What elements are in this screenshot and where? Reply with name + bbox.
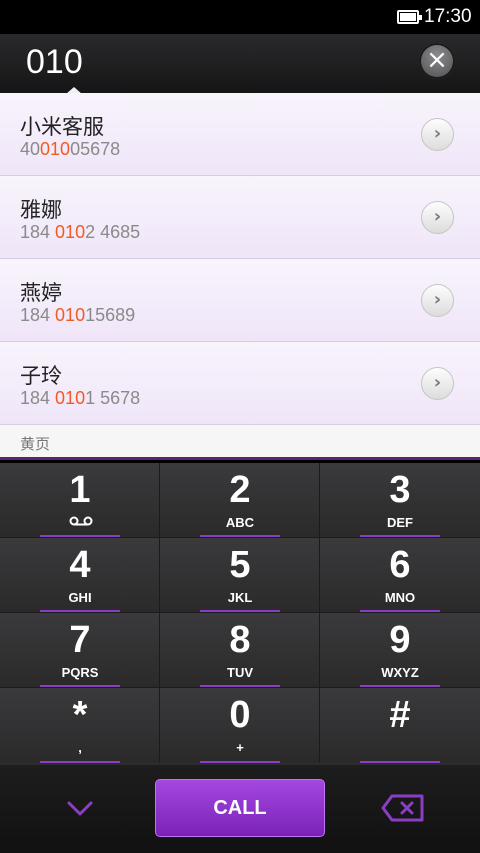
clear-button[interactable]: × (419, 43, 455, 79)
contact-name: 小米客服 (20, 115, 104, 139)
voicemail-icon (69, 516, 93, 526)
chevron-down-icon[interactable] (59, 787, 101, 829)
chevron-right-icon: › (433, 123, 442, 144)
contact-row[interactable]: 燕婷 184 01015689 › (0, 259, 480, 342)
chevron-right-icon: › (433, 372, 442, 393)
contact-row[interactable]: 小米客服 4001005678 › (0, 93, 480, 176)
contact-number: 184 01015689 (20, 305, 136, 325)
key-0[interactable]: 0 + (160, 688, 320, 763)
key-7[interactable]: 7 PQRS (0, 613, 160, 688)
contact-detail-button[interactable]: › (421, 284, 454, 317)
battery-icon (397, 10, 422, 24)
contact-row[interactable]: 子玲 184 0101 5678 › (0, 342, 480, 425)
yellow-pages-label: 黄页 (20, 435, 51, 453)
key-2[interactable]: 2 ABC (160, 463, 320, 538)
contact-number: 184 0102 4685 (20, 222, 141, 242)
yellow-pages-section[interactable]: 黄页 (0, 425, 480, 460)
key-6[interactable]: 6 MNO (320, 538, 480, 613)
bottom-bar: CALL (0, 765, 480, 853)
contact-name: 燕婷 (20, 281, 62, 305)
key-1[interactable]: 1 (0, 463, 160, 538)
status-time: 17:30 (424, 6, 472, 27)
key-8[interactable]: 8 TUV (160, 613, 320, 688)
key-3[interactable]: 3 DEF (320, 463, 480, 538)
status-bar: 17:30 (0, 0, 480, 34)
contact-detail-button[interactable]: › (421, 367, 454, 400)
contact-row[interactable]: 雅娜 184 0102 4685 › (0, 176, 480, 259)
key-9[interactable]: 9 WXYZ (320, 613, 480, 688)
chevron-right-icon: › (433, 206, 442, 227)
call-button[interactable]: CALL (155, 779, 325, 837)
chevron-right-icon: › (433, 289, 442, 310)
key-5[interactable]: 5 JKL (160, 538, 320, 613)
contact-detail-button[interactable]: › (421, 118, 454, 151)
contact-number: 184 0101 5678 (20, 388, 141, 408)
contact-name: 子玲 (20, 364, 62, 388)
key-hash[interactable]: # (320, 688, 480, 763)
contact-list: 小米客服 4001005678 › 雅娜 184 0102 4685 › 燕婷 … (0, 93, 480, 425)
key-4[interactable]: 4 GHI (0, 538, 160, 613)
contact-name: 雅娜 (20, 198, 62, 222)
keypad: 1 2 ABC 3 DEF 4 GHI 5 JKL 6 MNO 7 PQRS 8… (0, 463, 480, 765)
key-star[interactable]: * , (0, 688, 160, 763)
backspace-icon[interactable] (380, 793, 426, 823)
contact-number: 4001005678 (20, 139, 121, 159)
contact-detail-button[interactable]: › (421, 201, 454, 234)
close-icon: × (426, 45, 448, 75)
dial-header: 010 × (0, 34, 480, 94)
dialed-number[interactable]: 010 (26, 43, 83, 82)
